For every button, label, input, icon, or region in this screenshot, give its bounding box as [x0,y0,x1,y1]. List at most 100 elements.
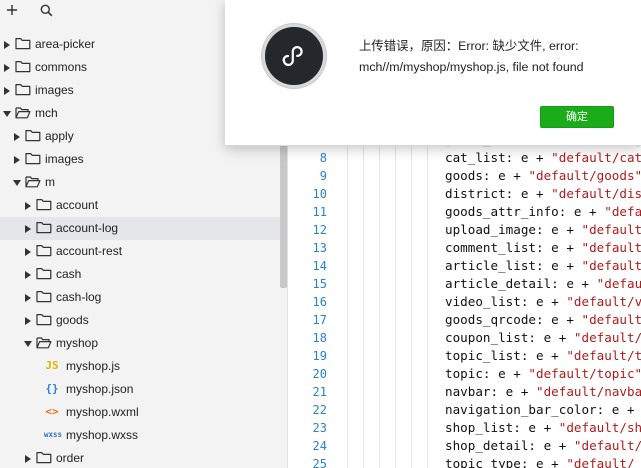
tree-item-label: m [45,175,55,189]
folder-open-icon [25,175,41,189]
plus-icon[interactable] [3,1,21,19]
code-string: "default [581,258,641,273]
json-file-icon: {} [45,382,59,395]
line-number: 8 [319,151,327,165]
code-line: district: e + "default/dis [445,185,641,203]
line-number: 15 [312,277,327,291]
tree-item-label: apply [45,129,74,143]
search-icon[interactable] [37,1,55,19]
code-string: "defau [596,276,641,291]
line-number: 23 [312,421,327,435]
wxml-file-icon: <> [45,405,59,418]
tree-item-label: mch [35,106,58,120]
tree-item-label: area-picker [35,37,96,51]
code-key: topic_list: e + [445,348,567,363]
code-line: video_list: e + "default/v [445,293,641,311]
code-line: article_detail: e + "defau [445,275,641,293]
tree-item-label: goods [56,313,89,327]
code-key: cat_list: e + [445,150,552,165]
tree-item-label: myshop.js [66,359,121,373]
tree-file-myshop-wxml[interactable]: <> myshop.wxml [0,401,280,424]
code-line: topic_type: e + "default/ [445,455,635,468]
code-line: goods_qrcode: e + "default/ [445,311,641,329]
tree-file-myshop-json[interactable]: {} myshop.json [0,378,280,401]
tree-folder-cash[interactable]: cash [0,263,280,286]
line-number: 10 [312,187,327,201]
code-line: comment_list: e + "default [445,239,641,257]
code-key: navigation_bar_color: e + [445,402,641,417]
tree-item-label: images [45,152,84,166]
chevron-right-icon[interactable] [3,63,11,72]
chevron-right-icon[interactable] [13,155,21,164]
code-key: shop_detail: e + [445,438,574,453]
folder-icon [36,267,52,281]
code-string: "default/ [573,438,641,453]
folder-icon [36,290,52,304]
code-key: video_list: e + [445,294,567,309]
tree-item-label: account-log [56,221,119,235]
line-number: 12 [312,223,327,237]
code-string: "default/sh [558,420,641,435]
code-line: coupon_list: e + "default/ [445,329,641,347]
tree-folder-myshop[interactable]: myshop [0,332,280,355]
code-key: navbar: e + [445,384,536,399]
tree-item-label: cash [56,267,82,281]
tree-file-myshop-js[interactable]: JS myshop.js [0,355,280,378]
code-key: topic_type: e + [445,456,567,468]
line-number: 18 [312,331,327,345]
code-key: district: e + [445,186,552,201]
folder-icon [15,83,31,97]
folder-open-icon [15,106,31,120]
tree-folder-m[interactable]: m [0,171,280,194]
error-message: 上传错误，原因：Error: 缺少文件, error: mch//m/mysho… [359,39,584,74]
chevron-right-icon[interactable] [24,270,32,279]
folder-icon [15,60,31,74]
code-key: upload_image: e + [445,222,582,237]
line-number: 14 [312,259,327,273]
wxss-file-icon: wxss [44,430,63,439]
chevron-right-icon[interactable] [24,201,32,210]
code-string: "default/ [573,330,641,345]
code-line: topic: e + "default/topic" [445,365,641,383]
tree-folder-account[interactable]: account [0,194,280,217]
tree-item-label: order [56,451,85,465]
chevron-down-icon[interactable] [3,109,11,118]
folder-icon [15,37,31,51]
tree-item-label: myshop.wxml [66,405,139,419]
folder-icon [36,244,52,258]
chevron-right-icon[interactable] [24,247,32,256]
mini-program-logo-icon [262,24,326,88]
tree-item-label: myshop [56,336,99,350]
chevron-right-icon[interactable] [24,316,32,325]
tree-folder-account-log[interactable]: account-log [0,217,280,240]
tree-file-myshop-wxss[interactable]: wxss myshop.wxss [0,424,280,447]
chevron-right-icon[interactable] [3,40,11,49]
tree-folder-images[interactable]: images [0,148,280,171]
code-line: goods: e + "default/goods" [445,167,641,185]
chevron-right-icon[interactable] [24,293,32,302]
code-string: "default/t [566,348,641,363]
chevron-down-icon[interactable] [13,178,21,187]
chevron-right-icon[interactable] [13,132,21,141]
folder-icon [36,198,52,212]
code-string: "default/topic" [528,366,641,381]
chevron-right-icon[interactable] [3,86,11,95]
code-line: navigation_bar_color: e + [445,401,641,419]
tree-folder-cash-log[interactable]: cash-log [0,286,280,309]
tree-folder-goods[interactable]: goods [0,309,280,332]
chevron-down-icon[interactable] [24,339,32,348]
line-number: 25 [312,457,327,468]
line-number: 9 [319,169,327,183]
code-string: "default/goods" [528,168,641,183]
line-number: 13 [312,241,327,255]
chevron-right-icon[interactable] [24,454,32,463]
code-key: comment_list: e + [445,240,582,255]
tree-folder-order[interactable]: order [0,447,280,468]
confirm-button[interactable]: 确定 [540,106,614,128]
code-key: topic: e + [445,366,529,381]
tree-folder-account-rest[interactable]: account-rest [0,240,280,263]
line-number: 11 [312,205,327,219]
code-string: "default/navba [536,384,641,399]
chevron-right-icon[interactable] [24,224,32,233]
tree-item-label: account-rest [56,244,123,258]
